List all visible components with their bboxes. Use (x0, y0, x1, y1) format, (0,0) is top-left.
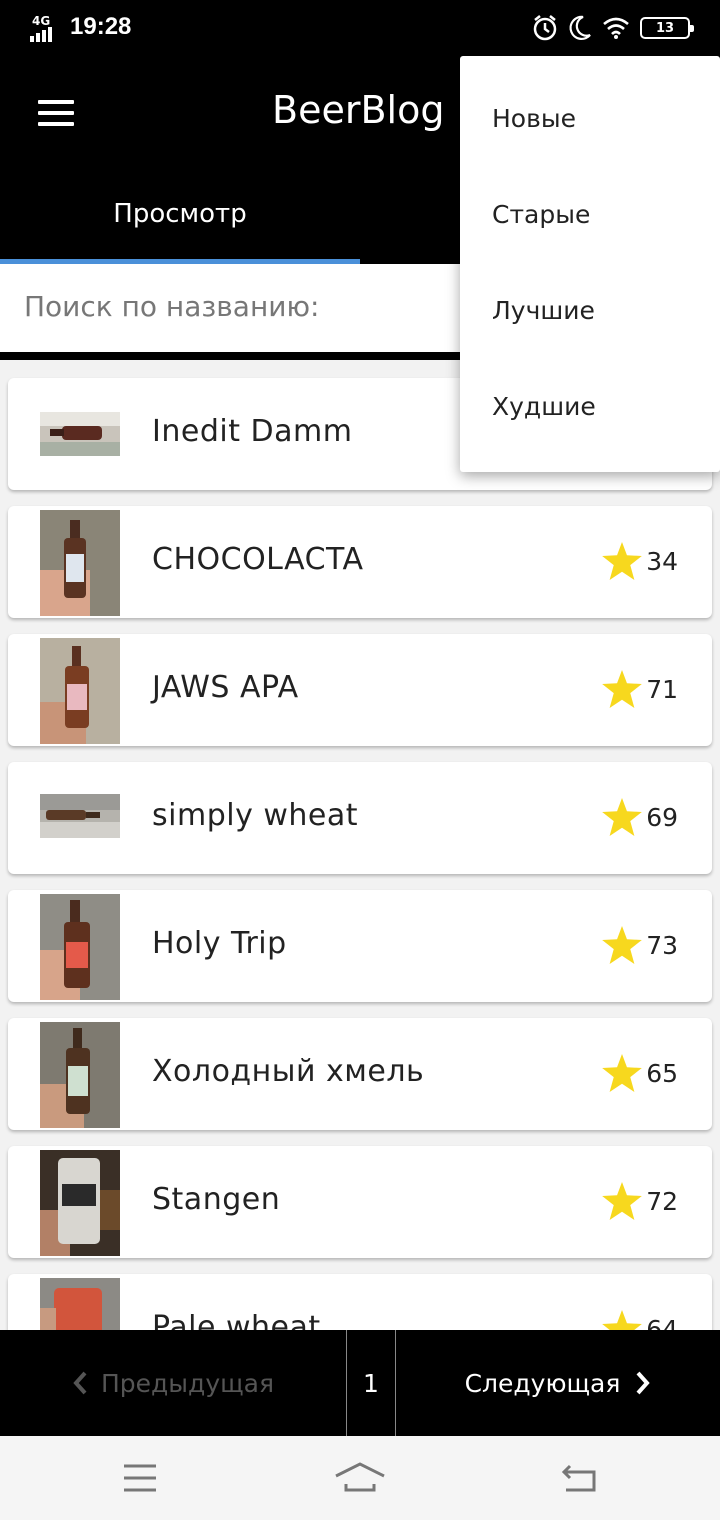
home-icon[interactable] (334, 1460, 386, 1496)
status-right: 13 (532, 14, 694, 42)
alarm-icon (533, 15, 557, 41)
sort-option-best[interactable]: Лучшие (492, 296, 595, 325)
pagination-bar: Предыдущая 1 Следующая (0, 1330, 720, 1436)
beer-name: Pale wheat (152, 1310, 321, 1330)
current-page-number: 1 (346, 1330, 396, 1436)
battery-level: 13 (655, 20, 675, 36)
star-icon (602, 798, 643, 836)
star-icon (602, 670, 643, 708)
back-icon[interactable] (560, 1460, 600, 1496)
next-page-button[interactable]: Следующая (397, 1330, 720, 1436)
star-icon (602, 542, 643, 580)
beer-name: Холодный хмель (152, 1054, 425, 1089)
status-time: 19:28 (70, 13, 132, 40)
beer-card[interactable]: Холодный хмель 65 (8, 1018, 712, 1130)
beer-rating: 65 (602, 1054, 678, 1092)
rating-value: 65 (646, 1058, 678, 1088)
beer-thumbnail (40, 1278, 120, 1330)
system-nav-bar (0, 1436, 720, 1520)
battery-icon: 13 (640, 17, 694, 39)
previous-page-label: Предыдущая (100, 1368, 275, 1398)
beer-name: CHOCOLACTA (152, 542, 364, 577)
beer-thumbnail (40, 638, 120, 744)
beer-rating: 34 (602, 542, 678, 580)
beer-rating: 72 (602, 1182, 678, 1220)
rating-value: 72 (646, 1186, 678, 1216)
next-page-label: Следующая (464, 1368, 621, 1398)
chevron-left-icon (73, 1371, 87, 1395)
beer-name: Stangen (152, 1182, 281, 1217)
chevron-right-icon (636, 1371, 651, 1395)
beer-rating: 64 (602, 1310, 678, 1330)
sort-option-new[interactable]: Новые (492, 104, 576, 133)
wifi-icon (603, 17, 629, 39)
beer-name: JAWS APA (152, 670, 299, 705)
beer-thumbnail (40, 1150, 120, 1256)
beer-card[interactable]: Holy Trip 73 (8, 890, 712, 1002)
beer-card[interactable]: CHOCOLACTA 34 (8, 506, 712, 618)
rating-value: 73 (646, 930, 678, 960)
screen: 4G 19:28 13 BeerBlog Просмотр Поиск по н… (0, 0, 720, 1520)
star-icon (602, 1182, 643, 1220)
beer-rating: 73 (602, 926, 678, 964)
menu-hamburger-icon[interactable] (38, 100, 74, 126)
beer-rating: 69 (602, 798, 678, 836)
star-icon (602, 926, 643, 964)
beer-thumbnail (40, 1022, 120, 1128)
beer-list[interactable]: Inedit Damm CHOCOLACTA 34 JAWS APA 71 si… (0, 376, 720, 1330)
beer-rating: 71 (602, 670, 678, 708)
beer-name: Inedit Damm (152, 414, 353, 449)
beer-thumbnail (40, 412, 120, 456)
rating-value: 34 (646, 546, 678, 576)
network-type: 4G (32, 14, 51, 28)
beer-name: simply wheat (152, 798, 359, 833)
recent-apps-icon[interactable] (122, 1460, 158, 1496)
beer-card[interactable]: Pale wheat 64 (8, 1274, 712, 1330)
sort-option-worst[interactable]: Худшие (492, 392, 596, 421)
status-left: 4G 19:28 (30, 12, 131, 42)
beer-card[interactable]: simply wheat 69 (8, 762, 712, 874)
sort-option-old[interactable]: Старые (492, 200, 590, 229)
beer-thumbnail (40, 894, 120, 1000)
beer-card[interactable]: JAWS APA 71 (8, 634, 712, 746)
beer-card[interactable]: Stangen 72 (8, 1146, 712, 1258)
search-input[interactable] (24, 290, 444, 323)
status-bar: 4G 19:28 13 (0, 0, 720, 58)
beer-name: Holy Trip (152, 926, 287, 961)
moon-icon (569, 15, 591, 40)
sort-menu: Новые Старые Лучшие Худшие (460, 56, 720, 472)
rating-value: 69 (646, 802, 678, 832)
tab-browse[interactable]: Просмотр (0, 168, 360, 264)
star-icon (602, 1310, 643, 1330)
beer-thumbnail (40, 510, 120, 616)
rating-value: 64 (646, 1314, 678, 1331)
signal-icon: 4G (30, 14, 62, 42)
app-title: BeerBlog (272, 88, 445, 132)
beer-thumbnail (40, 794, 120, 838)
previous-page-button[interactable]: Предыдущая (0, 1330, 345, 1436)
rating-value: 71 (646, 674, 678, 704)
star-icon (602, 1054, 643, 1092)
